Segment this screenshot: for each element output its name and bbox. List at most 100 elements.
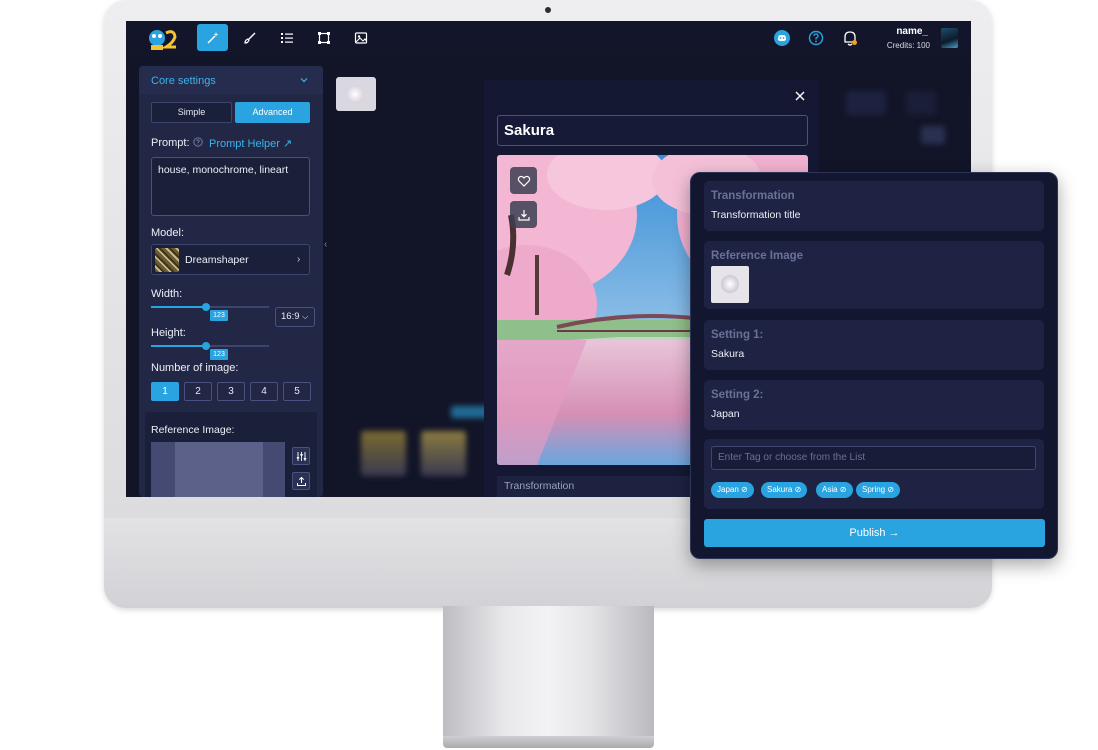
history-thumbnail[interactable] xyxy=(336,77,376,111)
reference-image-thumbnail[interactable] xyxy=(711,266,749,303)
sliders-icon xyxy=(296,451,306,461)
remove-tag-icon[interactable]: ⊘ xyxy=(795,485,802,494)
width-slider-handle[interactable] xyxy=(202,303,210,311)
brush-icon xyxy=(243,32,255,44)
tag-chip[interactable]: Asia ⊘ xyxy=(816,482,853,498)
publish-card: Transformation Transformation title Refe… xyxy=(690,172,1058,559)
core-settings-title: Core settings xyxy=(151,75,216,87)
num-images-option[interactable]: 5 xyxy=(283,382,311,401)
chevron-down-icon: ⌵ xyxy=(302,312,309,321)
adjust-button[interactable] xyxy=(292,447,310,465)
num-images-label: Number of image: xyxy=(151,362,239,374)
height-slider-handle[interactable] xyxy=(202,342,210,350)
crop-icon xyxy=(317,31,330,44)
tag-label: Asia xyxy=(822,485,838,494)
nav-list[interactable] xyxy=(271,24,302,51)
tag-input[interactable]: Enter Tag or choose from the List xyxy=(711,446,1036,470)
tag-label: Japan xyxy=(717,485,739,494)
bg-blur-box-2 xyxy=(906,91,936,115)
mode-advanced-button[interactable]: Advanced xyxy=(235,102,310,123)
download-icon xyxy=(517,209,530,221)
width-slider[interactable]: 123 xyxy=(151,303,269,321)
height-slider-fill xyxy=(151,345,206,347)
width-slider-fill xyxy=(151,306,206,308)
collapse-sidebar-icon[interactable]: ‹ xyxy=(324,239,327,250)
remove-tag-icon[interactable]: ⊘ xyxy=(840,485,847,494)
height-value: 123 xyxy=(210,349,228,360)
help-icon[interactable] xyxy=(808,30,824,46)
num-images-option[interactable]: 1 xyxy=(151,382,179,401)
chevron-down-icon[interactable] xyxy=(299,75,309,85)
imac-stand-foot xyxy=(443,736,654,748)
tag-chip[interactable]: Spring ⊘ xyxy=(856,482,901,498)
bell-icon[interactable] xyxy=(842,29,858,47)
tag-chip[interactable]: Sakura ⊘ xyxy=(761,482,808,498)
image-icon xyxy=(354,31,367,44)
prompt-helper-link[interactable]: Prompt Helper ↗ xyxy=(209,137,292,150)
nav-magic-wand[interactable] xyxy=(197,24,228,51)
publish-button[interactable]: Publish → xyxy=(704,519,1045,547)
magic-wand-icon xyxy=(207,31,218,43)
camera-dot xyxy=(545,7,551,13)
aspect-ratio-select[interactable]: 16:9 ⌵ xyxy=(275,307,315,327)
reference-image-field: Reference Image xyxy=(704,241,1044,309)
core-settings-header[interactable]: Core settings xyxy=(139,66,323,94)
num-images-option[interactable]: 2 xyxy=(184,382,212,401)
imac-stand xyxy=(443,606,654,738)
image-title-input[interactable]: Sakura xyxy=(497,115,808,146)
reference-image-preview xyxy=(175,442,263,497)
setting-1-value: Sakura xyxy=(711,348,745,360)
bg-blur-box-1 xyxy=(846,91,886,115)
app-logo-icon[interactable] xyxy=(146,25,180,53)
model-thumbnail xyxy=(155,248,179,272)
nav-brush[interactable] xyxy=(234,24,265,51)
tag-label: Sakura xyxy=(767,485,793,494)
chevron-right-icon: › xyxy=(297,254,301,265)
nav-crop[interactable] xyxy=(308,24,339,51)
avatar[interactable] xyxy=(941,28,958,48)
num-images-option[interactable]: 3 xyxy=(217,382,245,401)
num-images-option[interactable]: 4 xyxy=(250,382,278,401)
settings-sidebar: Core settings Simple Advanced Prompt: Pr… xyxy=(139,66,323,497)
model-selector[interactable]: Dreamshaper › xyxy=(151,244,310,275)
height-slider[interactable]: 123 xyxy=(151,342,269,360)
reference-image-label: Reference Image: xyxy=(151,424,235,436)
credits-count: Credits: 100 xyxy=(886,41,930,50)
prompt-input[interactable]: house, monochrome, lineart xyxy=(151,157,310,216)
bg-blur-thumb-1 xyxy=(361,431,406,476)
transformation-label: Transformation xyxy=(711,190,795,202)
transformation-field[interactable]: Transformation Transformation title xyxy=(704,181,1044,231)
remove-tag-icon[interactable]: ⊘ xyxy=(887,485,894,494)
download-button[interactable] xyxy=(510,201,537,228)
discord-icon[interactable] xyxy=(774,30,790,46)
model-name: Dreamshaper xyxy=(185,254,249,266)
setting-1-field[interactable]: Setting 1: Sakura xyxy=(704,320,1044,370)
username[interactable]: name_ xyxy=(886,26,928,37)
height-label: Height: xyxy=(151,327,186,339)
list-icon xyxy=(280,32,293,43)
stage: name_ Credits: 100 Core settings Simple … xyxy=(0,0,1098,750)
upload-icon xyxy=(296,476,306,486)
aspect-ratio-value: 16:9 xyxy=(281,311,300,322)
bg-blur-box-3 xyxy=(921,126,945,144)
width-value: 123 xyxy=(210,310,228,321)
width-label: Width: xyxy=(151,288,183,300)
tag-chip[interactable]: Japan ⊘ xyxy=(711,482,754,498)
upload-button[interactable] xyxy=(292,472,310,490)
question-icon[interactable] xyxy=(193,137,203,147)
setting-1-label: Setting 1: xyxy=(711,329,764,341)
nav-image[interactable] xyxy=(345,24,376,51)
close-icon[interactable] xyxy=(794,90,806,102)
setting-2-label: Setting 2: xyxy=(711,389,764,401)
favorite-button[interactable] xyxy=(510,167,537,194)
heart-icon xyxy=(517,175,530,187)
bg-blur-thumb-2 xyxy=(421,431,466,476)
setting-2-field[interactable]: Setting 2: Japan xyxy=(704,380,1044,430)
mode-simple-button[interactable]: Simple xyxy=(151,102,232,123)
reference-image-panel: Reference Image: xyxy=(145,412,317,497)
model-label: Model: xyxy=(151,227,185,239)
reference-image-dropzone[interactable] xyxy=(151,442,285,497)
remove-tag-icon[interactable]: ⊘ xyxy=(741,485,748,494)
transformation-value: Transformation title xyxy=(711,209,801,221)
setting-2-value: Japan xyxy=(711,408,740,420)
